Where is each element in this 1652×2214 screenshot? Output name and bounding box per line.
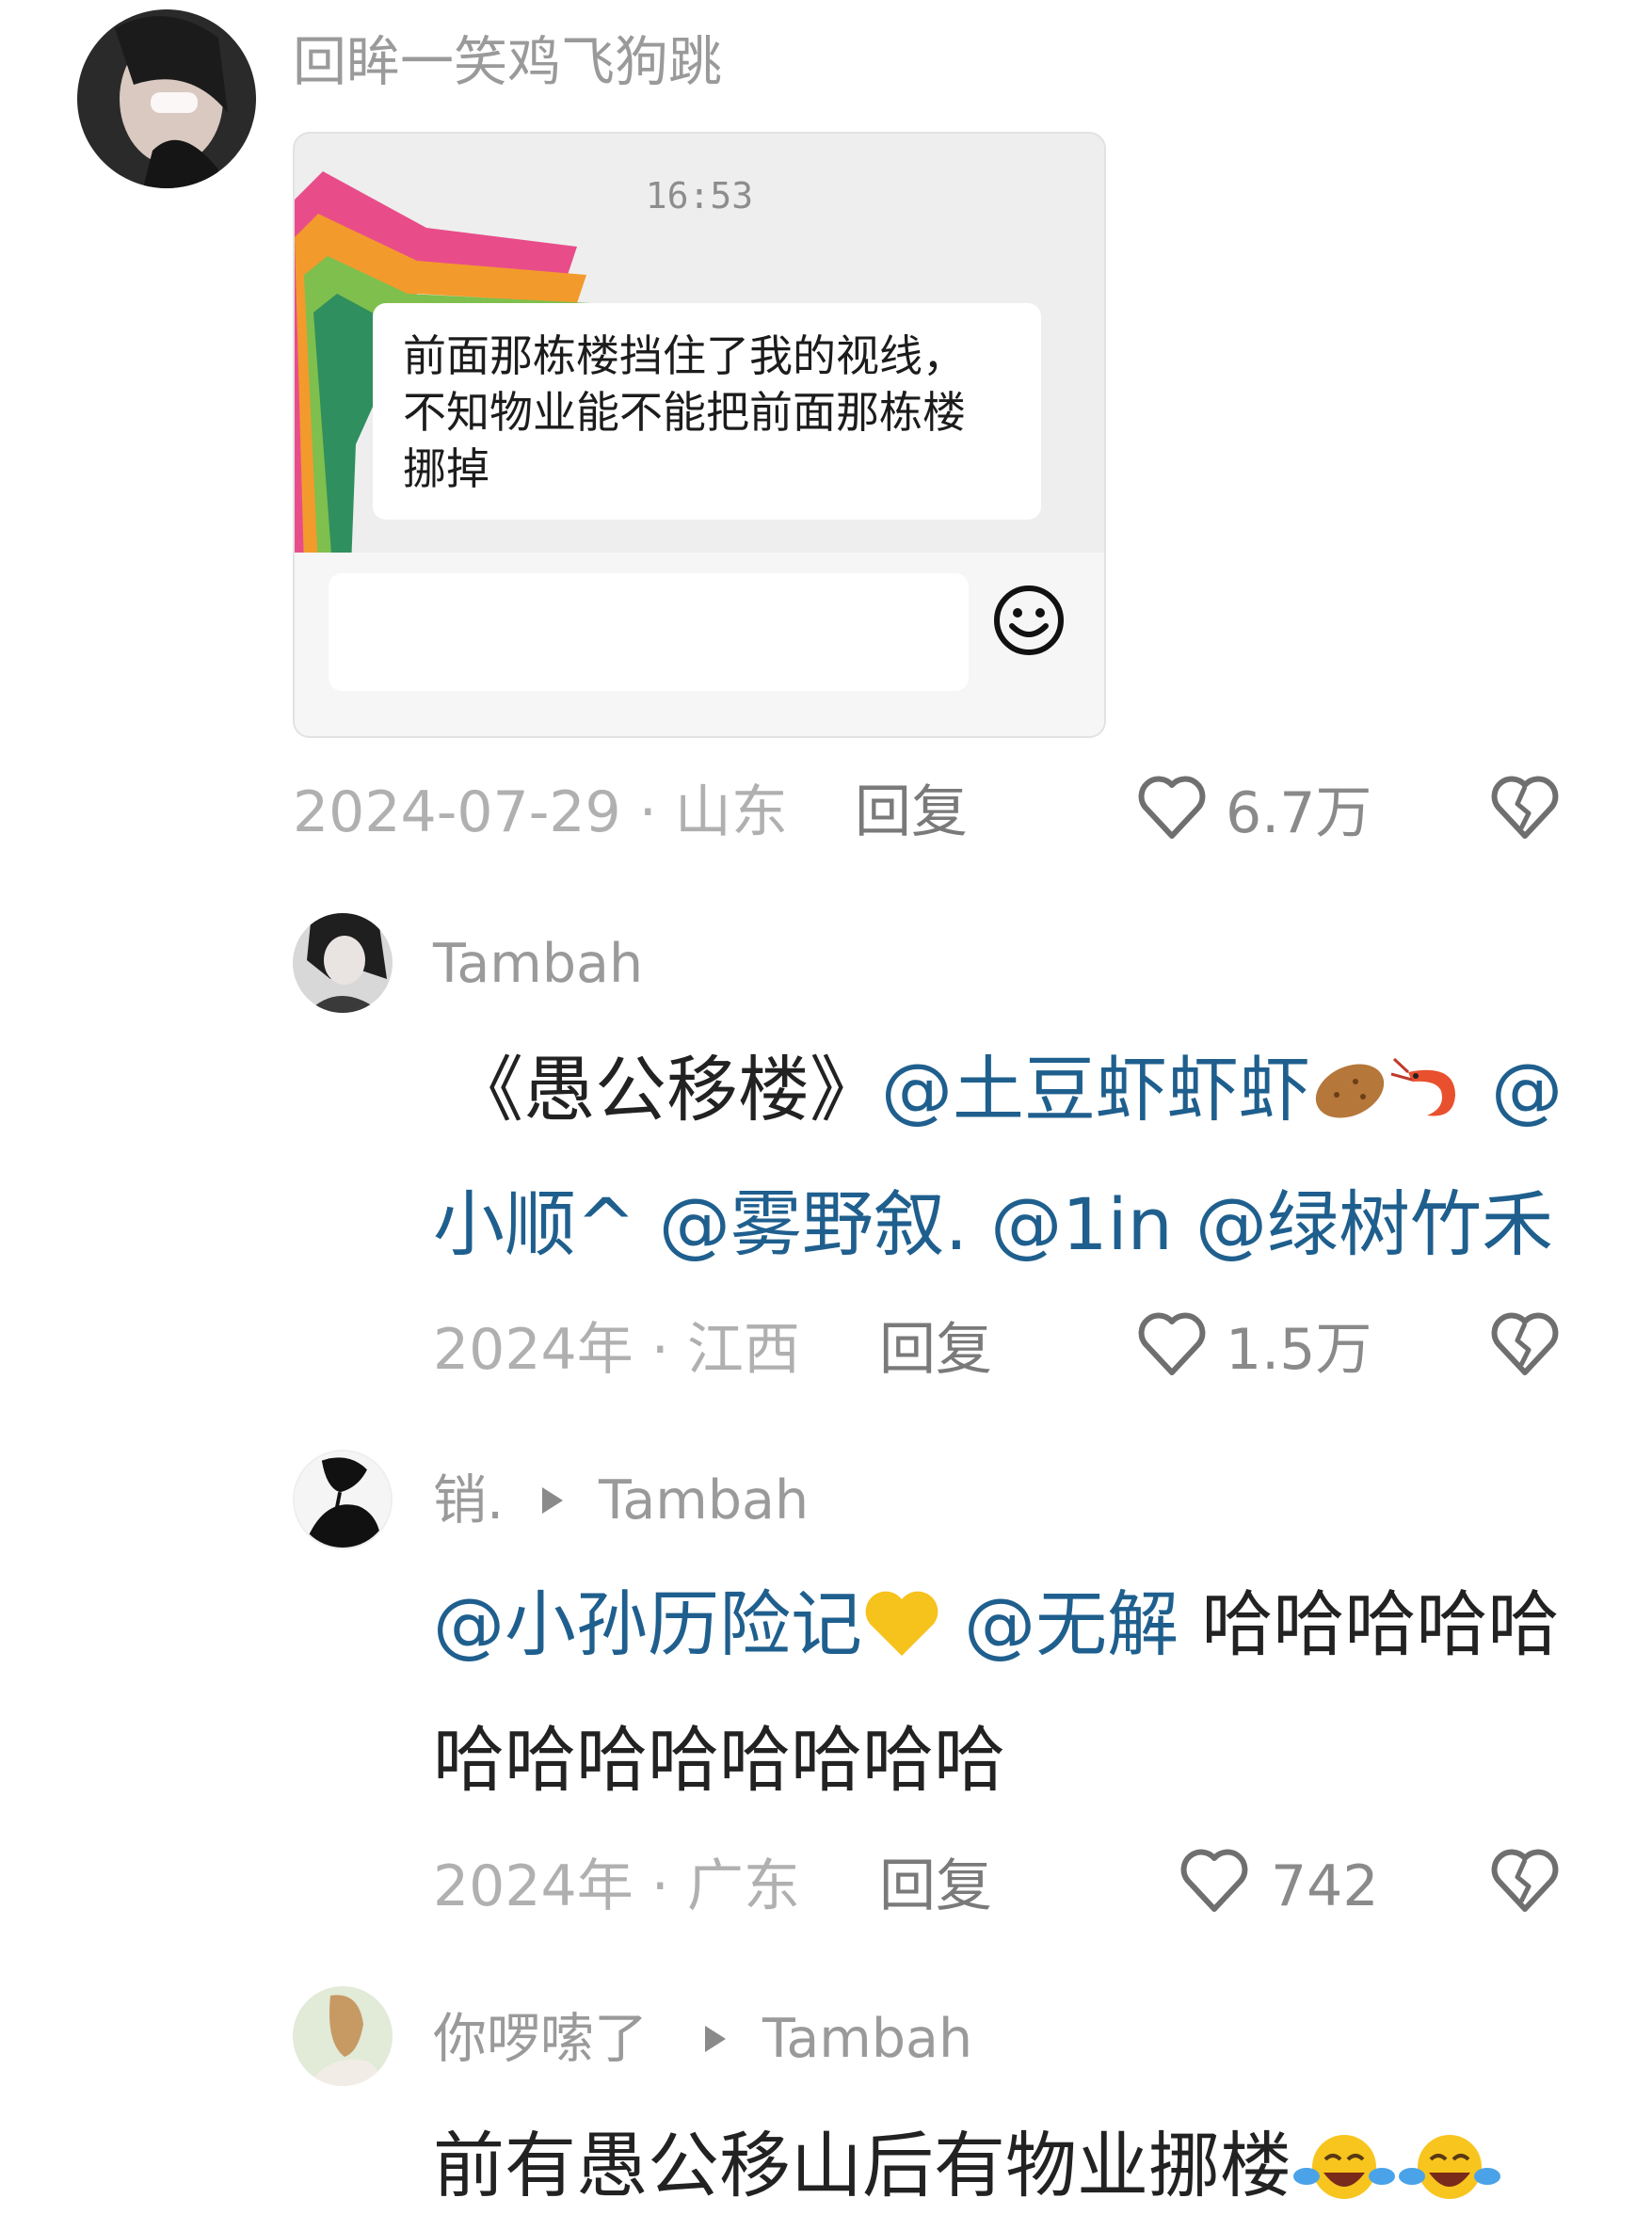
mention-link[interactable]: @无解 <box>964 1582 1179 1666</box>
comment-text-line: 前有愚公移山后有物业挪楼 <box>433 2127 1502 2214</box>
heart-outline-icon[interactable] <box>1177 1843 1252 1918</box>
like-count: 742 <box>1271 1853 1379 1919</box>
comment-text-line: 小顺^ @雾野叙. @1in @绿树竹禾 <box>433 1189 1553 1260</box>
mention-link[interactable]: 小顺^ <box>433 1182 636 1266</box>
yellow-heart-emoji <box>862 1588 941 1671</box>
like-count: 1.5万 <box>1226 1317 1372 1383</box>
mention-link[interactable]: @小孙历险记 <box>433 1582 862 1666</box>
comment-meta: 2024年 · 广东 <box>433 1853 800 1919</box>
comment-meta: 2024-07-29 · 山东 <box>293 779 788 845</box>
comment-text-line: @小孙历险记 @无解 哈哈哈哈哈 <box>433 1588 1559 1671</box>
reply-button[interactable]: 回复 <box>879 1322 992 1378</box>
mention-link[interactable]: @1in <box>990 1182 1173 1266</box>
comment-username[interactable]: 销. <box>433 1474 504 1528</box>
avatar-image <box>295 1452 391 1548</box>
comment-text: 哈哈哈哈哈 <box>1201 1582 1560 1666</box>
avatar[interactable] <box>293 1450 393 1549</box>
comment-text: 《愚公移楼》 <box>452 1048 881 1131</box>
comment-text: 前有愚公移山后有物业挪楼 <box>433 2124 1291 2207</box>
message-bubble: 前面那栋楼挡住了我的视线， 不知物业能不能把前面那栋楼 挪掉 <box>373 303 1041 520</box>
comment-username[interactable]: 你啰嗦了 <box>433 2013 648 2066</box>
heart-outline-icon[interactable] <box>1134 770 1210 845</box>
mention-link[interactable]: @ <box>1491 1048 1563 1131</box>
tears-of-joy-emoji <box>1397 2127 1502 2214</box>
triangle-right-icon <box>698 2022 731 2056</box>
avatar-image <box>293 1986 393 2086</box>
smiley-icon <box>994 586 1064 655</box>
message-line: 前面那栋楼挡住了我的视线， <box>403 330 966 381</box>
reply-button[interactable]: 回复 <box>879 1858 992 1915</box>
like-count: 6.7万 <box>1226 780 1372 846</box>
comment-meta: 2024年 · 江西 <box>433 1317 800 1383</box>
reply-button[interactable]: 回复 <box>855 784 968 841</box>
avatar[interactable] <box>293 1986 393 2086</box>
comment-username[interactable]: 回眸一笑鸡飞狗跳 <box>293 36 722 89</box>
broken-heart-icon[interactable] <box>1487 1843 1563 1918</box>
triangle-right-icon <box>535 1484 569 1517</box>
message-line: 挪掉 <box>403 443 489 494</box>
reply-to-username[interactable]: Tambah <box>762 2013 972 2066</box>
message-line: 不知物业能不能把前面那栋楼 <box>403 387 966 438</box>
broken-heart-icon[interactable] <box>1487 1307 1563 1382</box>
potato-emoji <box>1310 1053 1389 1136</box>
heart-outline-icon[interactable] <box>1134 1307 1210 1382</box>
broken-heart-icon[interactable] <box>1487 770 1563 845</box>
shrimp-emoji <box>1389 1053 1468 1136</box>
screenshot-time: 16:53 <box>645 175 754 217</box>
chat-input-field <box>329 573 969 691</box>
comment-username[interactable]: Tambah <box>433 938 643 991</box>
tears-of-joy-emoji <box>1291 2127 1397 2214</box>
reply-to-username[interactable]: Tambah <box>599 1474 809 1528</box>
comment-text-line: 《愚公移楼》@土豆虾虾虾 @ <box>452 1053 1563 1136</box>
chat-input-bar <box>295 553 1104 736</box>
avatar[interactable] <box>77 9 256 188</box>
mention-link[interactable]: @绿树竹禾 <box>1195 1182 1553 1266</box>
avatar-image <box>77 9 256 188</box>
mention-link[interactable]: @土豆虾虾虾 <box>881 1048 1310 1131</box>
mention-link[interactable]: @雾野叙. <box>659 1182 968 1266</box>
chat-screenshot-image[interactable]: 16:53 前面那栋楼挡住了我的视线， 不知物业能不能把前面那栋楼 挪掉 <box>293 132 1106 738</box>
avatar-image <box>293 913 393 1013</box>
comment-text-line: 哈哈哈哈哈哈哈哈 <box>433 1718 1005 1802</box>
avatar[interactable] <box>293 913 393 1013</box>
message-text: 前面那栋楼挡住了我的视线， 不知物业能不能把前面那栋楼 挪掉 <box>403 328 966 497</box>
